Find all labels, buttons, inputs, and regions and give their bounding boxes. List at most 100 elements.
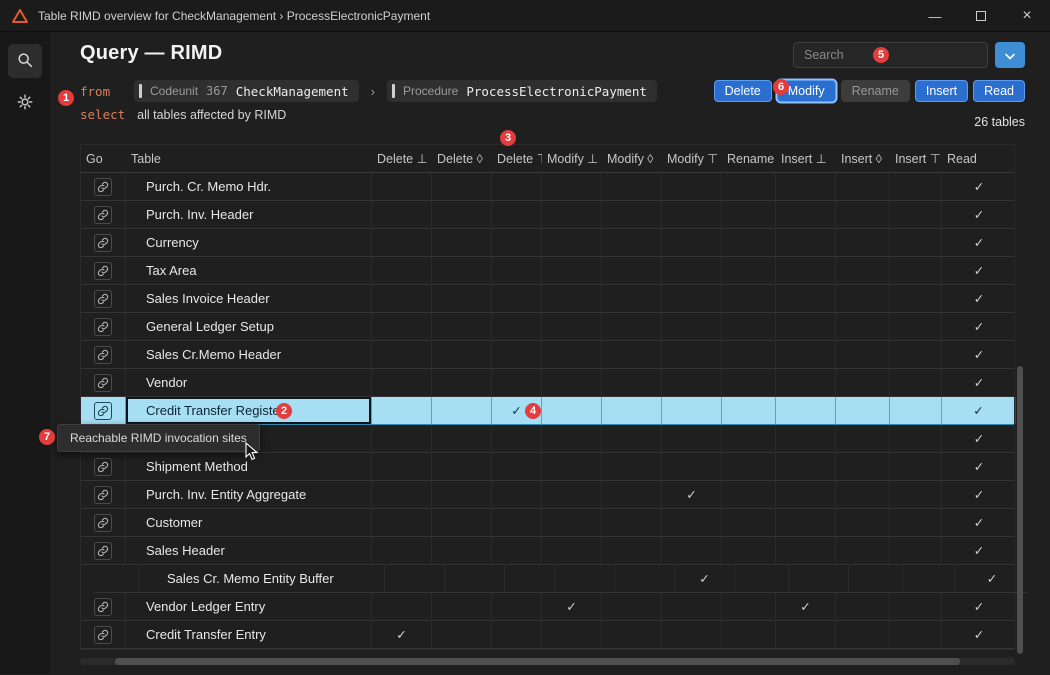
table-row[interactable]: General Ledger Setup✓ xyxy=(81,313,1014,341)
column-header-read[interactable]: Read xyxy=(942,145,1016,172)
sidebar-settings-button[interactable] xyxy=(8,86,42,120)
go-link-icon[interactable] xyxy=(94,374,112,392)
cell-insert_t xyxy=(890,229,942,256)
table-row[interactable]: Shipment Method✓ xyxy=(81,453,1014,481)
go-link-icon[interactable] xyxy=(94,318,112,336)
go-link-icon[interactable] xyxy=(94,514,112,532)
table-name-cell[interactable]: Vendor xyxy=(126,369,372,396)
vertical-scrollbar[interactable] xyxy=(1017,366,1023,654)
go-link-icon[interactable] xyxy=(94,458,112,476)
go-link-icon[interactable] xyxy=(94,402,112,420)
go-link-icon[interactable] xyxy=(94,346,112,364)
table-row[interactable]: Customer✓ xyxy=(81,509,1014,537)
column-header-modify_direct[interactable]: Modify ⊥ xyxy=(542,145,602,172)
filter-rename-button[interactable]: Rename xyxy=(841,80,910,102)
column-header-rename[interactable]: Rename xyxy=(722,145,776,172)
table-row[interactable]: Sales Cr. Memo Entity Buffer✓✓ xyxy=(94,565,1027,593)
filter-insert-button[interactable]: Insert xyxy=(915,80,968,102)
table-name-cell[interactable]: Currency xyxy=(126,229,372,256)
breadcrumb-codeunit-chip[interactable]: Codeunit 367 CheckManagement xyxy=(134,80,359,102)
cell-delete_direct xyxy=(372,593,432,620)
table-row[interactable]: Currency✓ xyxy=(81,229,1014,257)
breadcrumb-procedure-chip[interactable]: Procedure ProcessElectronicPayment xyxy=(387,80,657,102)
go-link-icon[interactable] xyxy=(94,178,112,196)
sidebar-search-button[interactable] xyxy=(8,44,42,78)
table-row[interactable]: Sales Header ✓ xyxy=(81,537,1014,565)
search-input[interactable]: Search xyxy=(793,42,988,68)
cell-insert_diamond xyxy=(836,285,890,312)
table-row[interactable]: Sales Cr.Memo Header✓ xyxy=(81,341,1014,369)
cell-insert_t xyxy=(890,341,942,368)
table-name-cell[interactable]: Sales Cr.Memo Header xyxy=(126,341,372,368)
table-row[interactable]: Purch. Inv. Entity Aggregate✓✓ xyxy=(81,481,1014,509)
horizontal-scrollbar-thumb[interactable] xyxy=(115,658,960,665)
cell-delete_t xyxy=(492,313,542,340)
table-name-cell[interactable]: Credit Transfer Register xyxy=(126,397,372,424)
table-row[interactable]: Tax Area✓ xyxy=(81,257,1014,285)
cell-delete_diamond xyxy=(432,425,492,452)
table-row[interactable]: Credit Transfer Entry✓✓ xyxy=(81,621,1014,649)
cell-insert_direct xyxy=(776,285,836,312)
table-name-cell[interactable]: Purch. Inv. Header xyxy=(126,201,372,228)
go-cell xyxy=(81,453,126,480)
table-name-cell[interactable]: Purch. Inv. Entity Aggregate xyxy=(126,481,372,508)
column-header-go[interactable]: Go xyxy=(81,145,126,172)
cell-modify_t xyxy=(662,453,722,480)
column-header-insert_t[interactable]: Insert ⊤ xyxy=(890,145,942,172)
table-row[interactable]: Sales Invoice Header✓ xyxy=(81,285,1014,313)
column-header-modify_t[interactable]: Modify ⊤ xyxy=(662,145,722,172)
table-name-cell[interactable]: General Ledger Setup xyxy=(126,313,372,340)
go-link-icon[interactable] xyxy=(94,234,112,252)
column-header-modify_diamond[interactable]: Modify ◊ xyxy=(602,145,662,172)
cell-rename xyxy=(722,425,776,452)
column-header-insert_diamond[interactable]: Insert ◊ xyxy=(836,145,890,172)
table-row[interactable]: Vendor Ledger Entry✓✓✓ xyxy=(81,593,1014,621)
table-row[interactable]: Purch. Inv. Header✓ xyxy=(81,201,1014,229)
maximize-button[interactable] xyxy=(958,0,1004,32)
go-link-icon[interactable] xyxy=(94,206,112,224)
cell-read: ✓ xyxy=(942,537,1016,564)
table-row[interactable]: Credit Transfer Register✓✓ xyxy=(81,397,1014,425)
cell-modify_t xyxy=(662,201,722,228)
table-name-cell[interactable]: Vendor Ledger Entry xyxy=(126,593,372,620)
annotation-badge-7: 7 xyxy=(39,429,55,445)
column-header-name[interactable]: Table xyxy=(126,145,372,172)
close-button[interactable]: × xyxy=(1004,0,1050,32)
go-link-icon[interactable] xyxy=(94,290,112,308)
table-name-cell[interactable]: Sales Invoice Header xyxy=(126,285,372,312)
cell-rename xyxy=(722,313,776,340)
cell-modify_direct xyxy=(542,201,602,228)
column-header-delete_diamond[interactable]: Delete ◊ xyxy=(432,145,492,172)
cell-delete_diamond xyxy=(432,341,492,368)
cell-delete_direct xyxy=(372,285,432,312)
go-link-icon[interactable] xyxy=(94,626,112,644)
filter-read-button[interactable]: Read xyxy=(973,80,1025,102)
cell-delete_direct xyxy=(372,173,432,200)
go-link-icon[interactable] xyxy=(94,486,112,504)
cell-modify_t xyxy=(662,593,722,620)
go-link-icon[interactable] xyxy=(94,542,112,560)
column-header-insert_direct[interactable]: Insert ⊥ xyxy=(776,145,836,172)
go-link-icon[interactable] xyxy=(94,598,112,616)
table-name-cell[interactable]: Purch. Cr. Memo Hdr. xyxy=(126,173,372,200)
cell-delete_diamond xyxy=(432,593,492,620)
table-name-cell[interactable]: Customer xyxy=(126,509,372,536)
horizontal-scrollbar-track[interactable] xyxy=(80,658,1015,665)
table-row[interactable]: Vendor✓ xyxy=(81,369,1014,397)
search-dropdown-button[interactable] xyxy=(995,42,1025,68)
cell-delete_direct: ✓ xyxy=(372,621,432,648)
table-name-cell[interactable]: Credit Transfer Entry xyxy=(126,621,372,648)
go-link-icon[interactable] xyxy=(94,262,112,280)
table-name-cell[interactable]: Tax Area xyxy=(126,257,372,284)
table-name-cell[interactable]: Sales Header xyxy=(126,537,372,564)
table-name-cell[interactable]: Sales Cr. Memo Entity Buffer xyxy=(139,565,385,592)
cell-insert_direct xyxy=(776,257,836,284)
column-header-delete_direct[interactable]: Delete ⊥ xyxy=(372,145,432,172)
table-row[interactable]: Purch. Cr. Memo Hdr.✓ xyxy=(81,173,1014,201)
cell-insert_t xyxy=(890,481,942,508)
titlebar: Table RIMD overview for CheckManagement … xyxy=(0,0,1050,32)
mouse-cursor-icon xyxy=(245,442,259,465)
filter-delete-button[interactable]: Delete xyxy=(714,80,772,102)
column-header-delete_t[interactable]: Delete ⊤ xyxy=(492,145,542,172)
minimize-button[interactable]: — xyxy=(912,0,958,32)
